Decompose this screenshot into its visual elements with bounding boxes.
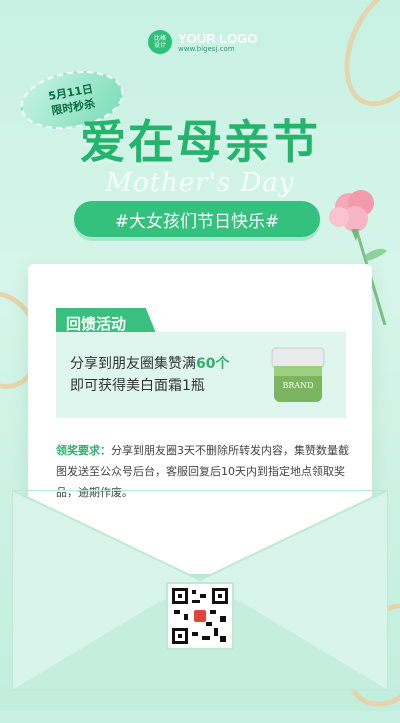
logo-text-block: YOUR LOGO www.bigesj.com: [178, 32, 257, 53]
logo-url: www.bigesj.com: [178, 44, 235, 53]
requirement-label: 领奖要求：: [56, 444, 111, 457]
offer-line1-prefix: 分享到朋友圈集赞满: [70, 356, 196, 372]
qr-code[interactable]: [166, 582, 234, 650]
offer-box: 分享到朋友圈集赞满60个 即可获得美白面霜1瓶 BRAND: [56, 332, 346, 418]
offer-text: 分享到朋友圈集赞满60个 即可获得美白面霜1瓶: [56, 353, 260, 397]
ribbon-decoration: [326, 0, 400, 121]
offer-line2: 即可获得美白面霜1瓶: [70, 378, 205, 394]
jar-label: BRAND: [282, 381, 313, 390]
slogan-pill: #大女孩们节日快乐#: [74, 201, 320, 237]
logo-badge: 比格 设计: [148, 30, 172, 54]
logo: 比格 设计 YOUR LOGO www.bigesj.com: [148, 30, 257, 54]
cream-jar-image: BRAND: [271, 347, 325, 402]
logo-name: YOUR LOGO: [178, 30, 258, 46]
qr-code-icon: [172, 588, 228, 644]
page-title: 爱在母亲节: [80, 115, 320, 169]
offer-line1-highlight: 60个: [196, 356, 230, 372]
